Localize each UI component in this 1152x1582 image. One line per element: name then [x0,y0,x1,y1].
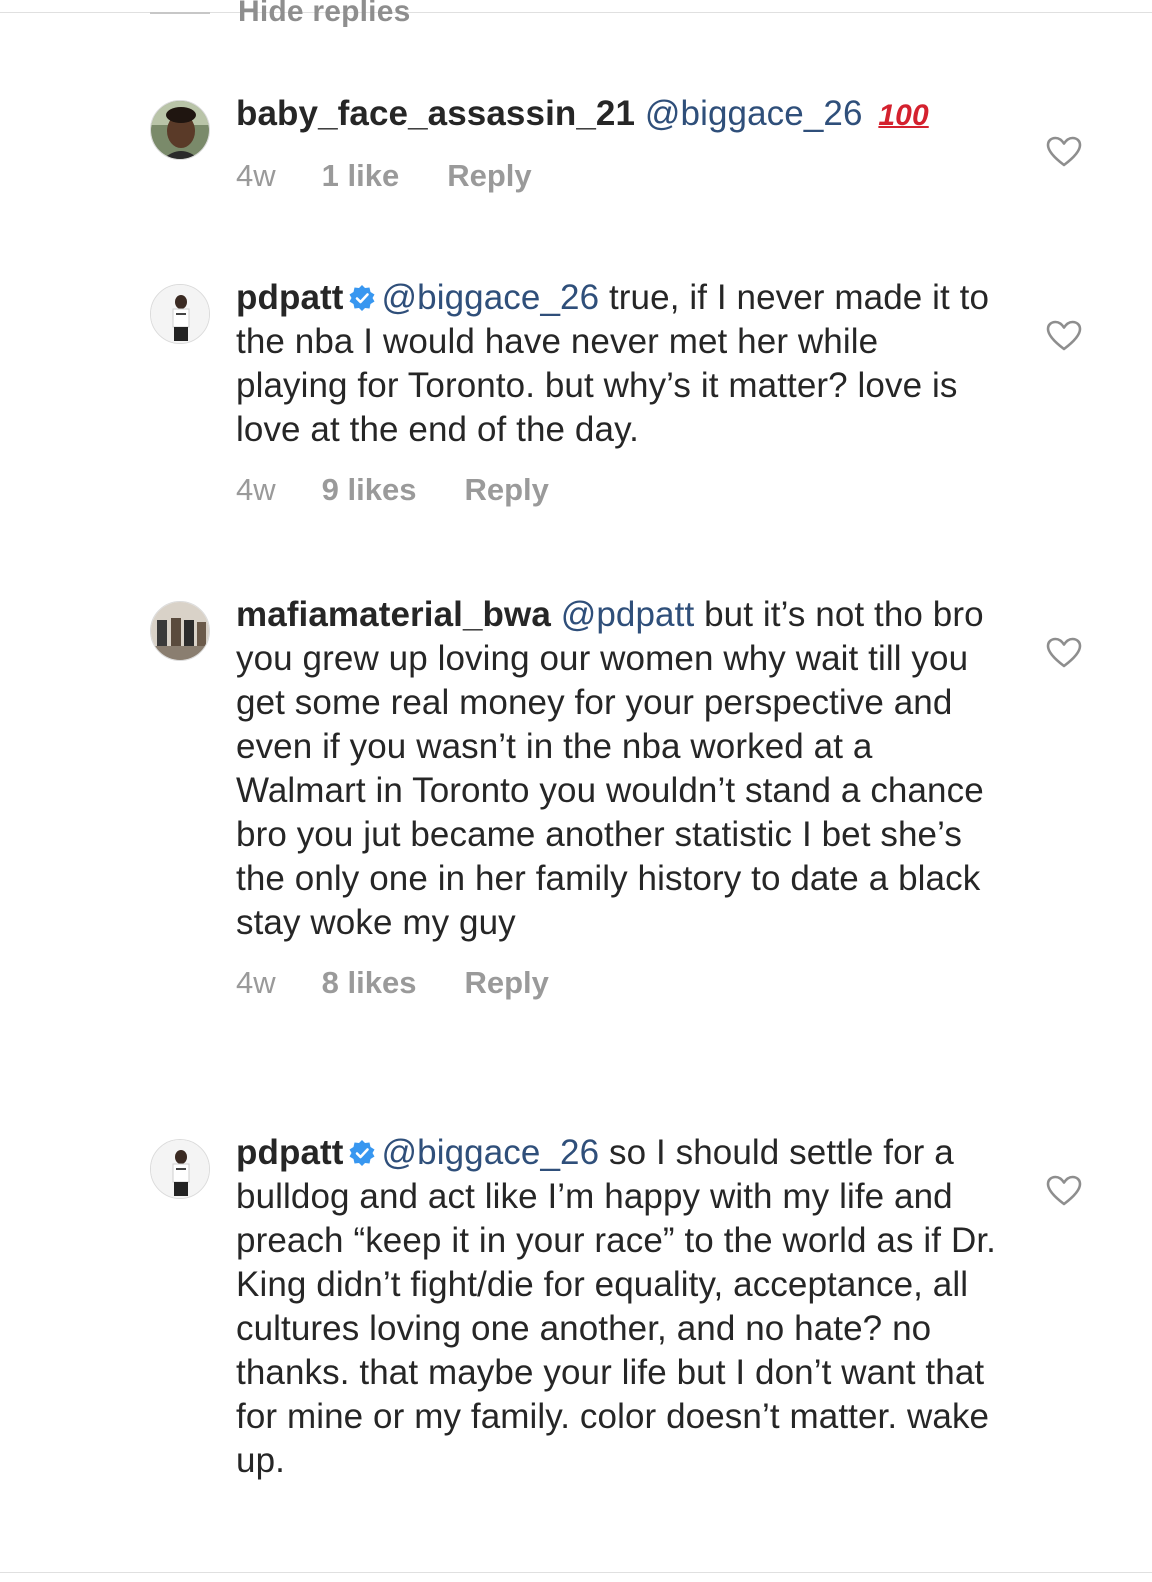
comment-meta: 4w 1 like Reply [236,158,996,194]
like-count[interactable]: 1 like [322,158,400,194]
avatar[interactable] [150,100,210,160]
hide-replies-label: Hide replies [238,0,411,28]
hide-replies-button[interactable]: Hide replies [150,0,410,40]
comment-message: so I should settle for a bulldog and act… [236,1133,996,1480]
avatar-image [151,285,209,343]
heart-icon[interactable] [1046,136,1082,168]
verified-badge-icon [349,285,375,311]
username[interactable]: baby_face_assassin_21 [236,94,635,133]
mention-link[interactable]: @biggace_26 [645,94,863,133]
heart-icon[interactable] [1046,320,1082,352]
avatar-image [151,101,209,159]
username[interactable]: pdpatt [236,278,344,317]
like-count[interactable]: 8 likes [322,965,417,1001]
comment-meta: 4w 8 likes Reply [236,965,996,1001]
avatar[interactable] [150,601,210,661]
username[interactable]: pdpatt [236,1133,344,1172]
avatar[interactable] [150,284,210,344]
comment-body: pdpatt @biggace_26 true, if I never made… [236,278,996,508]
comment-text: mafiamaterial_bwa @pdpatt but it’s not t… [236,593,996,945]
avatar-image [151,1140,209,1198]
comment-body: baby_face_assassin_21 @biggace_26 100 4w… [236,94,996,194]
reply-button[interactable]: Reply [464,472,548,508]
comment-text: pdpatt @biggace_26 true, if I never made… [236,276,996,452]
comment-text: baby_face_assassin_21 @biggace_26 100 [236,92,996,138]
reply-button[interactable]: Reply [464,965,548,1001]
comment-body: pdpatt @biggace_26 so I should settle fo… [236,1133,996,1483]
username[interactable]: mafiamaterial_bwa [236,595,551,634]
mention-link[interactable]: @biggace_26 [382,278,600,317]
comment-message: but it’s not tho bro you grew up loving … [236,595,984,942]
heart-icon[interactable] [1046,637,1082,669]
avatar[interactable] [150,1139,210,1199]
like-count[interactable]: 9 likes [322,472,417,508]
comment-body: mafiamaterial_bwa @pdpatt but it’s not t… [236,595,996,1001]
avatar-image [151,602,209,660]
mention-link[interactable]: @biggace_26 [382,1133,600,1172]
reply-button[interactable]: Reply [447,158,531,194]
heart-icon[interactable] [1046,1175,1082,1207]
timestamp: 4w [236,158,276,193]
mention-link[interactable]: @pdpatt [561,595,695,634]
timestamp: 4w [236,472,276,507]
comment-meta: 4w 9 likes Reply [236,472,996,508]
comment-text: pdpatt @biggace_26 so I should settle fo… [236,1131,996,1483]
hundred-points-emoji: 100 [878,99,929,132]
bottom-divider [0,1572,1152,1573]
replies-dash [150,12,210,14]
verified-badge-icon [349,1140,375,1166]
timestamp: 4w [236,965,276,1000]
